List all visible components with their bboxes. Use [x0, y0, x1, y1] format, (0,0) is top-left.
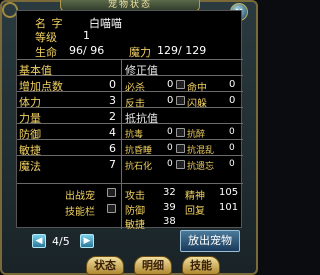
divider	[17, 139, 121, 140]
base-stat-value: 0	[109, 78, 116, 91]
tab-details[interactable]: 明细	[134, 256, 172, 275]
base-stat-value: 3	[109, 94, 116, 107]
resistance-value: 0	[167, 159, 173, 169]
mp-value: 129/ 129	[157, 44, 207, 57]
base-stat-value: 6	[109, 142, 116, 155]
prev-page-button[interactable]: ◀	[32, 234, 46, 248]
mp-label: 魔力	[129, 46, 151, 59]
divider	[121, 75, 243, 76]
base-stat-label: 魔法	[19, 160, 41, 173]
divider	[17, 155, 121, 156]
pager-bar: ◀ 4/5 ▶ 放出宠物	[16, 230, 242, 254]
tab-skills[interactable]: 技能	[182, 256, 220, 275]
resistance-value: 0	[167, 143, 173, 153]
spirit-value: 105	[219, 187, 239, 198]
divider	[17, 183, 243, 184]
resistance-label: 抗遗忘	[187, 162, 215, 172]
deploy-checkbox-icon[interactable]	[107, 188, 116, 197]
resistance-value: 0	[229, 127, 235, 137]
correction-value: 0	[229, 95, 236, 106]
divider	[121, 107, 243, 108]
stats-panel: 名 字 白喵喵 等级 1 生命 96/ 96 魔力 129/ 129 基本值 增…	[16, 10, 243, 231]
divider	[17, 107, 121, 108]
divider	[121, 183, 122, 229]
skill-slot-icon[interactable]	[107, 204, 116, 213]
name-value: 白喵喵	[89, 17, 122, 30]
resistance-label: 抗石化	[125, 162, 153, 172]
recover-label: 回复	[185, 206, 205, 217]
resistance-value: 0	[229, 143, 235, 153]
divider	[121, 123, 243, 124]
divider	[121, 91, 243, 92]
checkbox-icon[interactable]	[176, 128, 185, 137]
divider	[121, 59, 122, 183]
checkbox-icon[interactable]	[176, 96, 185, 105]
correction-value: 0	[229, 79, 236, 90]
divider	[121, 155, 243, 156]
level-value: 1	[83, 29, 90, 42]
attack-label: 攻击	[125, 191, 145, 202]
correction-value: 0	[167, 79, 174, 90]
level-label: 等级	[35, 31, 57, 44]
speed-label: 敏捷	[125, 220, 145, 231]
checkbox-icon[interactable]	[176, 160, 185, 169]
tab-status[interactable]: 状态	[86, 256, 124, 275]
divider	[17, 59, 243, 60]
base-stat-value: 4	[109, 126, 116, 139]
defense-label: 防御	[125, 206, 145, 217]
page-indicator: 4/5	[52, 235, 70, 248]
base-stat-value: 2	[109, 110, 116, 123]
spirit-label: 精神	[185, 191, 205, 202]
divider	[17, 91, 121, 92]
resistance-value: 0	[167, 127, 173, 137]
divider	[121, 139, 243, 140]
hp-value: 96/ 96	[69, 44, 105, 57]
base-stat-value: 7	[109, 158, 116, 171]
defense-value: 39	[163, 202, 176, 213]
checkbox-icon[interactable]	[176, 80, 185, 89]
divider	[17, 75, 121, 76]
speed-value: 38	[163, 216, 176, 227]
deploy-label: 出战宠	[65, 191, 95, 202]
checkbox-icon[interactable]	[176, 144, 185, 153]
correction-value: 0	[167, 95, 174, 106]
resistance-value: 0	[229, 159, 235, 169]
recover-value: 101	[219, 202, 239, 213]
skill-slot-label: 技能栏	[65, 207, 95, 218]
next-page-button[interactable]: ▶	[80, 234, 94, 248]
hp-label: 生命	[35, 46, 57, 59]
release-pet-button[interactable]: 放出宠物	[180, 230, 240, 252]
attack-value: 32	[163, 187, 176, 198]
divider	[17, 123, 121, 124]
